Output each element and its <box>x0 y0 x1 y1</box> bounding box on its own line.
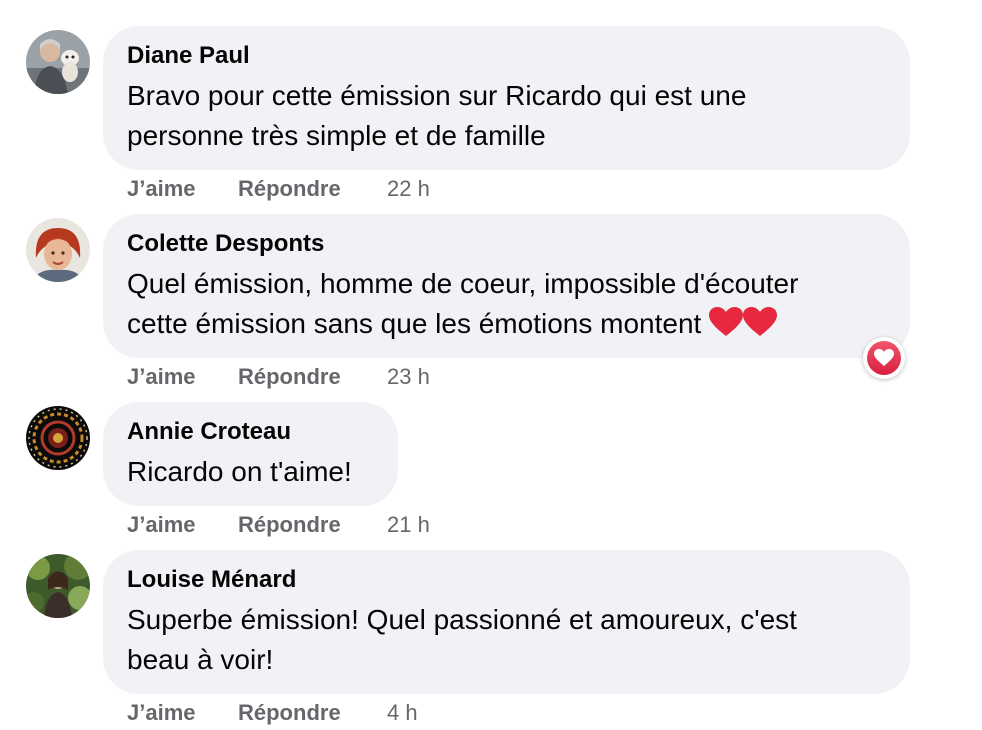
author-name[interactable]: Colette Desponts <box>127 230 324 258</box>
reply-button[interactable]: Répondre <box>238 512 341 538</box>
author-name[interactable]: Annie Croteau <box>127 418 291 446</box>
truncated-previous-row <box>200 0 350 2</box>
like-button[interactable]: J’aime <box>127 176 196 202</box>
avatar[interactable] <box>26 30 90 94</box>
avatar-woman-with-dog-icon <box>26 30 90 94</box>
timestamp[interactable]: 22 h <box>387 176 430 202</box>
comment-text: Ricardo on t'aime! <box>127 452 352 492</box>
timestamp[interactable]: 23 h <box>387 364 430 390</box>
love-reaction-badge[interactable] <box>863 337 905 379</box>
comment-bubble: Colette Desponts Quel émission, homme de… <box>103 214 910 358</box>
avatar-mandala-icon <box>26 406 90 470</box>
comment-text-line: Ricardo on t'aime! <box>127 456 352 487</box>
love-reaction-icon <box>867 341 901 375</box>
comment-text: Bravo pour cette émission sur Ricardo qu… <box>127 76 746 156</box>
avatar[interactable] <box>26 554 90 618</box>
reply-button[interactable]: Répondre <box>238 364 341 390</box>
avatar[interactable] <box>26 218 90 282</box>
comment-text-line: personne très simple et de famille <box>127 120 546 151</box>
avatar-red-hair-woman-icon <box>26 218 90 282</box>
reply-button[interactable]: Répondre <box>238 176 341 202</box>
comment-text: Superbe émission! Quel passionné et amou… <box>127 600 797 680</box>
timestamp[interactable]: 21 h <box>387 512 430 538</box>
like-button[interactable]: J’aime <box>127 364 196 390</box>
red-heart-emoji-icon <box>743 307 778 348</box>
red-heart-emoji-icon <box>709 307 744 348</box>
avatar[interactable] <box>26 406 90 470</box>
comments-page: Diane Paul Bravo pour cette émission sur… <box>0 0 982 730</box>
author-name[interactable]: Diane Paul <box>127 42 250 70</box>
timestamp[interactable]: 4 h <box>387 700 418 726</box>
comment-bubble: Annie Croteau Ricardo on t'aime! <box>103 402 398 506</box>
comment-bubble: Louise Ménard Superbe émission! Quel pas… <box>103 550 910 694</box>
avatar-woman-in-forest-icon <box>26 554 90 618</box>
reply-button[interactable]: Répondre <box>238 700 341 726</box>
like-button[interactable]: J’aime <box>127 512 196 538</box>
comment-text-line: Quel émission, homme de coeur, impossibl… <box>127 268 799 299</box>
like-button[interactable]: J’aime <box>127 700 196 726</box>
comment-bubble: Diane Paul Bravo pour cette émission sur… <box>103 26 910 170</box>
author-name[interactable]: Louise Ménard <box>127 566 296 594</box>
comment-text-line: beau à voir! <box>127 644 274 675</box>
comment-text-line: Superbe émission! Quel passionné et amou… <box>127 604 797 635</box>
comment-text-line: cette émission sans que les émotions mon… <box>127 308 702 339</box>
comment-text-line-with-emoji: cette émission sans que les émotions mon… <box>127 304 798 348</box>
comment-text: Quel émission, homme de coeur, impossibl… <box>127 264 798 348</box>
comment-text-line: Bravo pour cette émission sur Ricardo qu… <box>127 80 747 111</box>
